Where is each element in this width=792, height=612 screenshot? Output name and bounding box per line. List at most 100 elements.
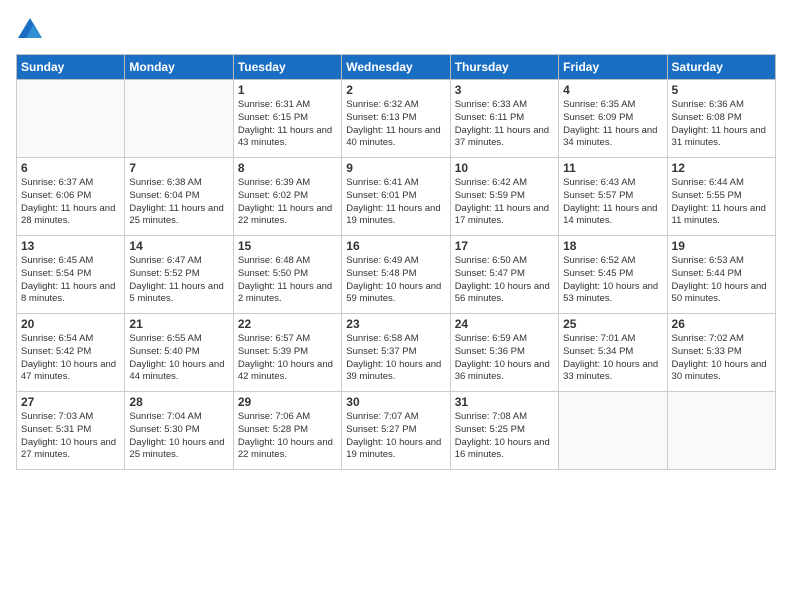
calendar-cell: 6 Sunrise: 6:37 AMSunset: 6:06 PMDaylight…	[17, 158, 125, 236]
day-number: 20	[21, 317, 120, 331]
day-number: 16	[346, 239, 445, 253]
calendar-cell: 11 Sunrise: 6:43 AMSunset: 5:57 PMDayligh…	[559, 158, 667, 236]
day-number: 5	[672, 83, 771, 97]
day-info: Sunrise: 6:49 AMSunset: 5:48 PMDaylight:…	[346, 255, 445, 306]
day-number: 18	[563, 239, 662, 253]
day-info: Sunrise: 6:48 AMSunset: 5:50 PMDaylight:…	[238, 255, 337, 306]
calendar-cell	[17, 80, 125, 158]
day-info: Sunrise: 7:02 AMSunset: 5:33 PMDaylight:…	[672, 333, 771, 384]
weekday-header: Wednesday	[342, 55, 450, 80]
day-info: Sunrise: 6:57 AMSunset: 5:39 PMDaylight:…	[238, 333, 337, 384]
day-info: Sunrise: 6:59 AMSunset: 5:36 PMDaylight:…	[455, 333, 554, 384]
calendar-cell: 12 Sunrise: 6:44 AMSunset: 5:55 PMDayligh…	[667, 158, 775, 236]
day-number: 24	[455, 317, 554, 331]
day-number: 25	[563, 317, 662, 331]
calendar-cell: 25Sunrise: 7:01 AMSunset: 5:34 PMDayligh…	[559, 314, 667, 392]
calendar-cell: 24 Sunrise: 6:59 AMSunset: 5:36 PMDayligh…	[450, 314, 558, 392]
day-info: Sunrise: 6:32 AMSunset: 6:13 PMDaylight:…	[346, 99, 445, 150]
day-number: 26	[672, 317, 771, 331]
calendar-week-row: 27 Sunrise: 7:03 AMSunset: 5:31 PMDayligh…	[17, 392, 776, 470]
day-info: Sunrise: 6:41 AMSunset: 6:01 PMDaylight:…	[346, 177, 445, 228]
day-info: Sunrise: 6:39 AMSunset: 6:02 PMDaylight:…	[238, 177, 337, 228]
calendar-week-row: 6 Sunrise: 6:37 AMSunset: 6:06 PMDaylight…	[17, 158, 776, 236]
day-info: Sunrise: 6:44 AMSunset: 5:55 PMDaylight:…	[672, 177, 771, 228]
day-info: Sunrise: 6:58 AMSunset: 5:37 PMDaylight:…	[346, 333, 445, 384]
calendar-cell: 21Sunrise: 6:55 AMSunset: 5:40 PMDayligh…	[125, 314, 233, 392]
day-info: Sunrise: 6:37 AMSunset: 6:06 PMDaylight:…	[21, 177, 120, 228]
calendar-cell: 16 Sunrise: 6:49 AMSunset: 5:48 PMDayligh…	[342, 236, 450, 314]
calendar-cell: 3Sunrise: 6:33 AMSunset: 6:11 PMDaylight…	[450, 80, 558, 158]
day-info: Sunrise: 7:06 AMSunset: 5:28 PMDaylight:…	[238, 411, 337, 462]
calendar-cell: 30 Sunrise: 7:07 AMSunset: 5:27 PMDayligh…	[342, 392, 450, 470]
calendar-week-row: 1Sunrise: 6:31 AMSunset: 6:15 PMDaylight…	[17, 80, 776, 158]
day-info: Sunrise: 6:36 AMSunset: 6:08 PMDaylight:…	[672, 99, 771, 150]
calendar-cell: 5 Sunrise: 6:36 AMSunset: 6:08 PMDaylight…	[667, 80, 775, 158]
day-number: 3	[455, 83, 554, 97]
day-number: 19	[672, 239, 771, 253]
calendar-week-row: 13Sunrise: 6:45 AMSunset: 5:54 PMDayligh…	[17, 236, 776, 314]
weekday-header: Friday	[559, 55, 667, 80]
day-number: 30	[346, 395, 445, 409]
day-number: 12	[672, 161, 771, 175]
day-info: Sunrise: 6:38 AMSunset: 6:04 PMDaylight:…	[129, 177, 228, 228]
calendar-header-row: SundayMondayTuesdayWednesdayThursdayFrid…	[17, 55, 776, 80]
calendar-cell	[125, 80, 233, 158]
logo-icon	[16, 16, 44, 44]
day-info: Sunrise: 7:04 AMSunset: 5:30 PMDaylight:…	[129, 411, 228, 462]
day-info: Sunrise: 6:45 AMSunset: 5:54 PMDaylight:…	[21, 255, 120, 306]
page: SundayMondayTuesdayWednesdayThursdayFrid…	[0, 0, 792, 612]
day-info: Sunrise: 6:43 AMSunset: 5:57 PMDaylight:…	[563, 177, 662, 228]
day-number: 2	[346, 83, 445, 97]
calendar-cell: 22Sunrise: 6:57 AMSunset: 5:39 PMDayligh…	[233, 314, 341, 392]
day-number: 14	[129, 239, 228, 253]
calendar-cell: 20 Sunrise: 6:54 AMSunset: 5:42 PMDayligh…	[17, 314, 125, 392]
calendar-cell: 18 Sunrise: 6:52 AMSunset: 5:45 PMDayligh…	[559, 236, 667, 314]
calendar-cell: 23Sunrise: 6:58 AMSunset: 5:37 PMDayligh…	[342, 314, 450, 392]
day-number: 31	[455, 395, 554, 409]
weekday-header: Tuesday	[233, 55, 341, 80]
day-number: 29	[238, 395, 337, 409]
calendar-cell: 1Sunrise: 6:31 AMSunset: 6:15 PMDaylight…	[233, 80, 341, 158]
day-info: Sunrise: 6:54 AMSunset: 5:42 PMDaylight:…	[21, 333, 120, 384]
calendar-cell: 31 Sunrise: 7:08 AMSunset: 5:25 PMDayligh…	[450, 392, 558, 470]
weekday-header: Saturday	[667, 55, 775, 80]
weekday-header: Sunday	[17, 55, 125, 80]
calendar-cell: 27 Sunrise: 7:03 AMSunset: 5:31 PMDayligh…	[17, 392, 125, 470]
day-info: Sunrise: 6:53 AMSunset: 5:44 PMDaylight:…	[672, 255, 771, 306]
day-info: Sunrise: 6:50 AMSunset: 5:47 PMDaylight:…	[455, 255, 554, 306]
calendar-week-row: 20 Sunrise: 6:54 AMSunset: 5:42 PMDayligh…	[17, 314, 776, 392]
calendar-cell: 15 Sunrise: 6:48 AMSunset: 5:50 PMDayligh…	[233, 236, 341, 314]
calendar-cell: 9 Sunrise: 6:41 AMSunset: 6:01 PMDaylight…	[342, 158, 450, 236]
calendar-cell: 8 Sunrise: 6:39 AMSunset: 6:02 PMDaylight…	[233, 158, 341, 236]
day-number: 9	[346, 161, 445, 175]
calendar-cell: 4Sunrise: 6:35 AMSunset: 6:09 PMDaylight…	[559, 80, 667, 158]
calendar-cell: 13Sunrise: 6:45 AMSunset: 5:54 PMDayligh…	[17, 236, 125, 314]
day-info: Sunrise: 6:47 AMSunset: 5:52 PMDaylight:…	[129, 255, 228, 306]
day-number: 4	[563, 83, 662, 97]
weekday-header: Monday	[125, 55, 233, 80]
day-info: Sunrise: 7:08 AMSunset: 5:25 PMDaylight:…	[455, 411, 554, 462]
day-number: 11	[563, 161, 662, 175]
day-number: 17	[455, 239, 554, 253]
day-number: 1	[238, 83, 337, 97]
day-info: Sunrise: 7:03 AMSunset: 5:31 PMDaylight:…	[21, 411, 120, 462]
day-number: 28	[129, 395, 228, 409]
calendar-cell: 19 Sunrise: 6:53 AMSunset: 5:44 PMDayligh…	[667, 236, 775, 314]
day-info: Sunrise: 7:07 AMSunset: 5:27 PMDaylight:…	[346, 411, 445, 462]
calendar-cell: 10 Sunrise: 6:42 AMSunset: 5:59 PMDayligh…	[450, 158, 558, 236]
weekday-header: Thursday	[450, 55, 558, 80]
day-number: 15	[238, 239, 337, 253]
day-number: 27	[21, 395, 120, 409]
calendar-cell	[559, 392, 667, 470]
day-info: Sunrise: 6:42 AMSunset: 5:59 PMDaylight:…	[455, 177, 554, 228]
day-number: 6	[21, 161, 120, 175]
day-number: 7	[129, 161, 228, 175]
day-info: Sunrise: 6:52 AMSunset: 5:45 PMDaylight:…	[563, 255, 662, 306]
calendar-table: SundayMondayTuesdayWednesdayThursdayFrid…	[16, 54, 776, 470]
day-number: 10	[455, 161, 554, 175]
day-number: 8	[238, 161, 337, 175]
header	[16, 16, 776, 44]
calendar-cell: 14 Sunrise: 6:47 AMSunset: 5:52 PMDayligh…	[125, 236, 233, 314]
calendar-cell: 17 Sunrise: 6:50 AMSunset: 5:47 PMDayligh…	[450, 236, 558, 314]
logo	[16, 16, 46, 44]
